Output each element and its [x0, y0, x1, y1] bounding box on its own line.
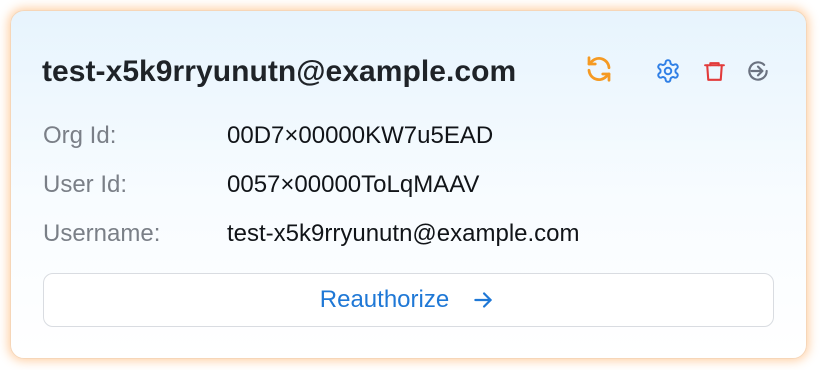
user-id-value: 0057×00000ToLqMAAV	[227, 171, 480, 198]
org-account-card: test-x5k9rryunutn@example.com Org Id: 00…	[10, 10, 807, 359]
settings-button[interactable]	[653, 56, 683, 86]
refresh-button[interactable]	[581, 51, 617, 87]
user-id-row: User Id: 0057×00000ToLqMAAV	[43, 168, 479, 202]
reauthorize-button[interactable]: Reauthorize	[43, 273, 774, 327]
username-row: Username: test-x5k9rryunutn@example.com	[43, 217, 580, 251]
org-id-label: Org Id:	[43, 122, 117, 149]
org-id-row: Org Id: 00D7×00000KW7u5EAD	[43, 119, 493, 153]
reauthorize-label: Reauthorize	[319, 286, 450, 313]
user-id-label: User Id:	[43, 171, 128, 198]
gear-icon	[655, 58, 681, 84]
arrow-right-icon	[469, 286, 497, 314]
account-email-title: test-x5k9rryunutn@example.com	[42, 55, 517, 88]
stage: test-x5k9rryunutn@example.com Org Id: 00…	[0, 0, 821, 370]
trash-icon	[702, 59, 727, 84]
username-value: test-x5k9rryunutn@example.com	[227, 220, 580, 247]
refresh-icon	[584, 54, 614, 84]
sign-in-icon	[745, 58, 771, 84]
sign-in-button[interactable]	[743, 56, 773, 86]
delete-button[interactable]	[699, 56, 729, 86]
username-label: Username:	[43, 220, 161, 247]
org-id-value: 00D7×00000KW7u5EAD	[227, 122, 494, 149]
